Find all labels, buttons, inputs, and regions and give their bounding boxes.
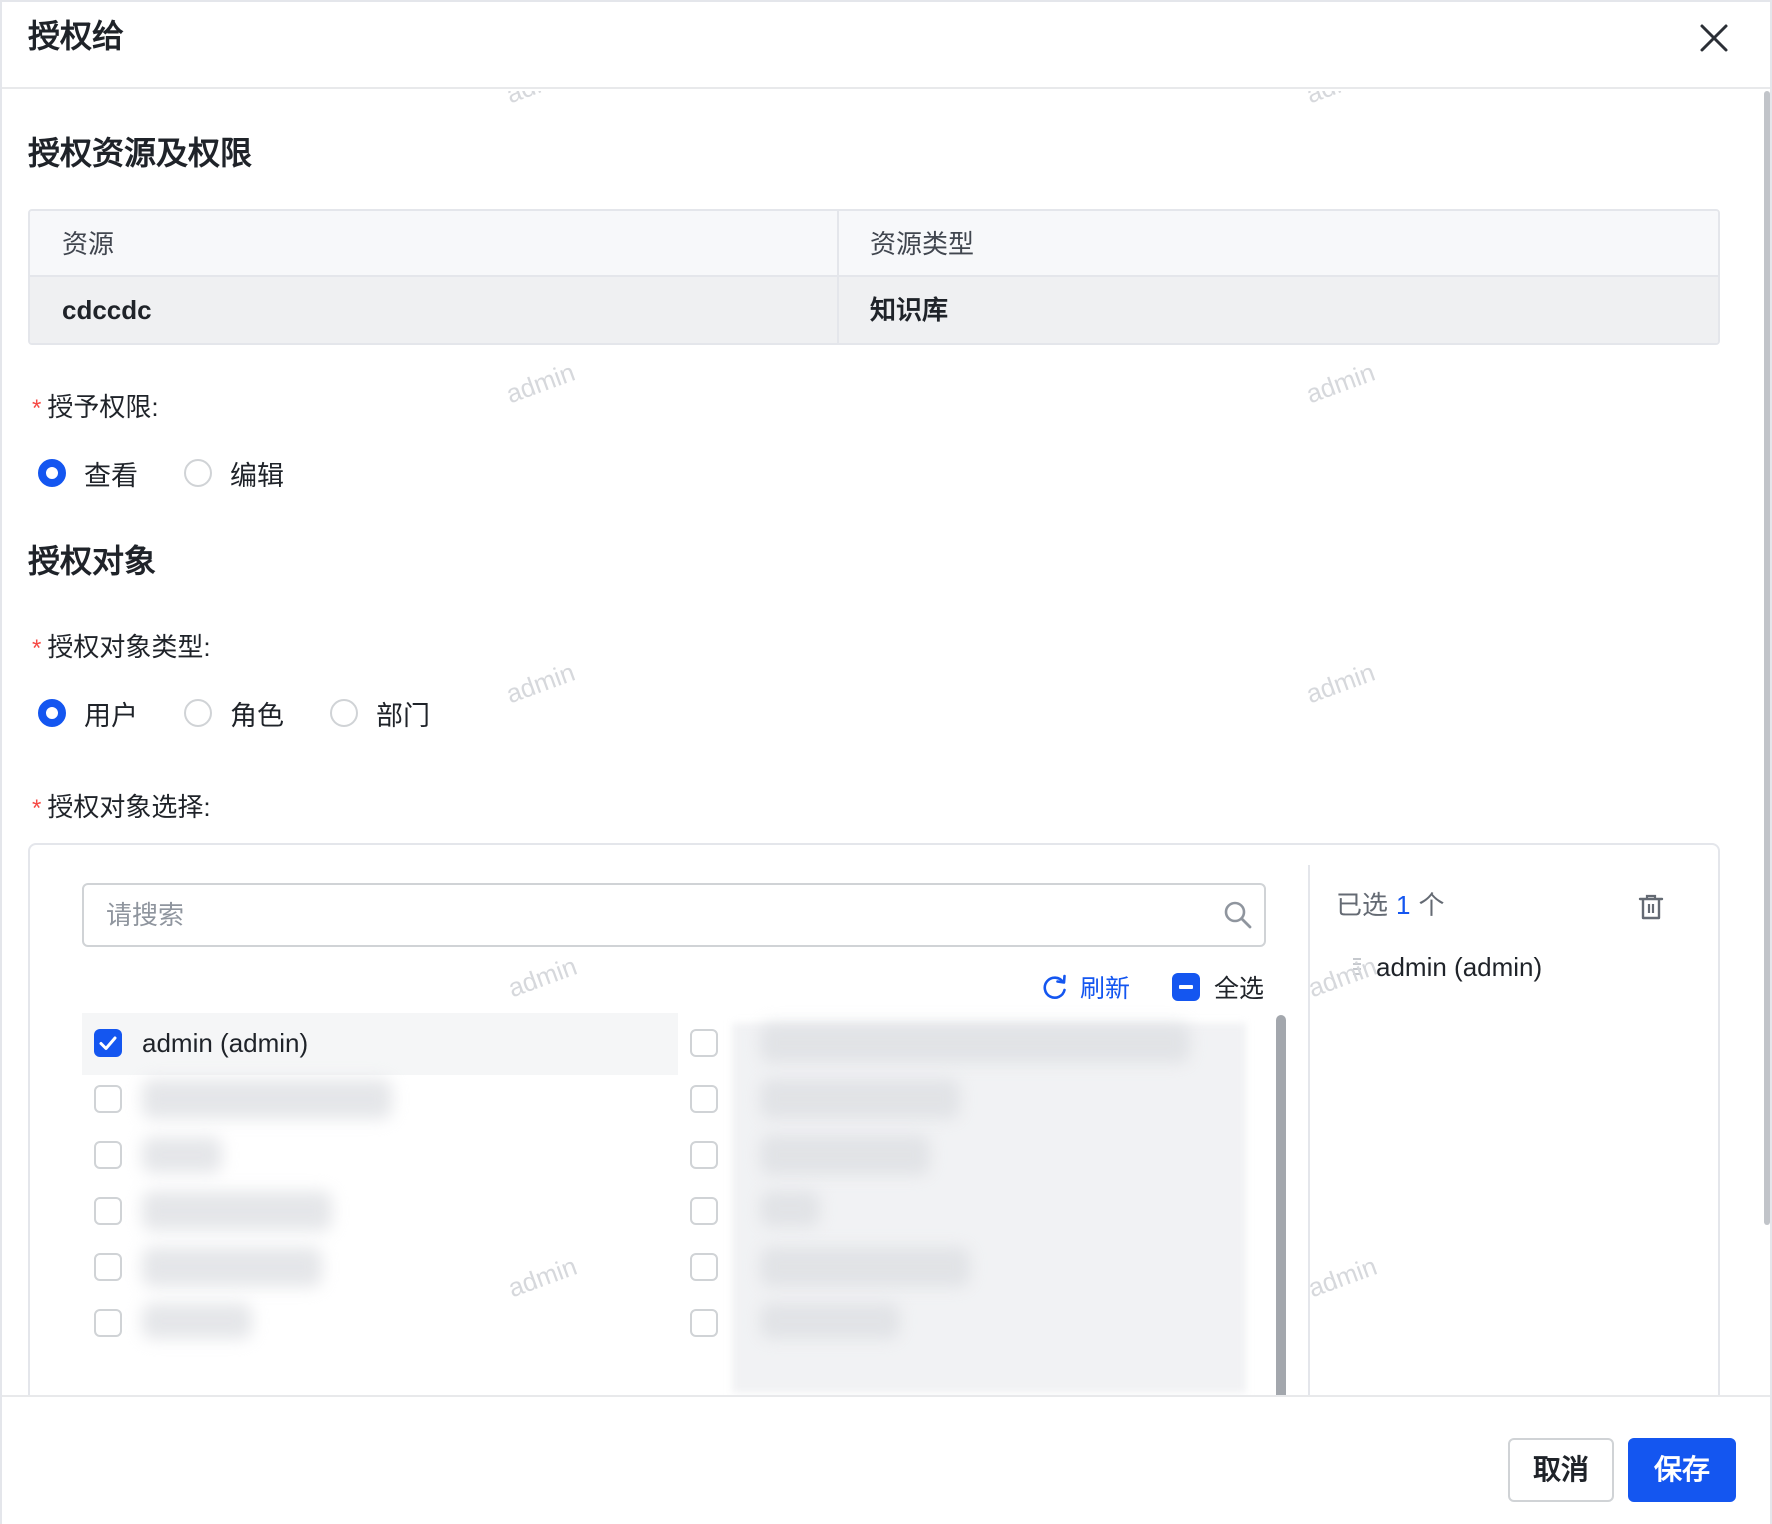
watermark: admin bbox=[504, 950, 581, 1004]
watermark: admin bbox=[1302, 656, 1379, 710]
radio-view[interactable]: 查看 bbox=[38, 453, 138, 493]
column-header-resource: 资源 bbox=[62, 229, 115, 259]
required-mark: * bbox=[32, 395, 42, 422]
radio-dot bbox=[330, 699, 358, 727]
permission-label-text: 授予权限: bbox=[47, 392, 159, 422]
watermark: admin bbox=[502, 356, 579, 410]
radio-user[interactable]: 用户 bbox=[38, 693, 138, 733]
selected-prefix: 已选 bbox=[1336, 890, 1389, 920]
indeterminate-checkbox bbox=[1172, 973, 1200, 1001]
radio-label: 部门 bbox=[376, 700, 430, 731]
option-checkbox[interactable] bbox=[690, 1197, 718, 1225]
list-scrollbar[interactable] bbox=[1276, 1015, 1286, 1395]
resource-section-title: 授权资源及权限 bbox=[28, 135, 253, 171]
cancel-button[interactable]: 取消 bbox=[1508, 1438, 1614, 1502]
redacted-option-label bbox=[760, 1079, 960, 1119]
transfer-divider bbox=[1308, 865, 1310, 1395]
check-icon bbox=[99, 1036, 117, 1050]
option-checkbox[interactable] bbox=[94, 1141, 122, 1169]
save-button[interactable]: 保存 bbox=[1628, 1438, 1736, 1502]
search-icon[interactable] bbox=[1222, 899, 1254, 931]
radio-label: 用户 bbox=[84, 700, 138, 731]
selected-count-label: 已选 1 个 bbox=[1336, 883, 1445, 927]
column-header-resource-type: 资源类型 bbox=[870, 229, 975, 259]
resource-type-cell: 知识库 bbox=[870, 295, 949, 325]
watermark: admin bbox=[502, 91, 579, 110]
selected-suffix: 个 bbox=[1418, 890, 1445, 920]
redacted-option-label bbox=[142, 1079, 392, 1119]
search-box[interactable] bbox=[82, 883, 1266, 947]
resource-table: 资源 资源类型 cdccdc 知识库 bbox=[28, 209, 1720, 345]
watermark: admin bbox=[502, 656, 579, 710]
watermark: admin bbox=[1302, 91, 1379, 110]
option-checkbox[interactable] bbox=[690, 1085, 718, 1113]
redacted-option-label bbox=[142, 1137, 222, 1173]
radio-label: 编辑 bbox=[230, 460, 284, 491]
option-checkbox[interactable] bbox=[94, 1309, 122, 1337]
radio-dot bbox=[184, 699, 212, 727]
option-checkbox[interactable] bbox=[690, 1309, 718, 1337]
target-select-label-text: 授权对象选择: bbox=[47, 792, 211, 822]
redacted-option-label bbox=[760, 1303, 900, 1339]
watermark: admin bbox=[1304, 950, 1381, 1004]
table-header: 资源 资源类型 bbox=[30, 211, 1718, 277]
required-mark: * bbox=[32, 635, 42, 662]
select-all-label: 全选 bbox=[1214, 975, 1265, 1003]
refresh-icon bbox=[1043, 974, 1066, 999]
permission-label: * 授予权限: bbox=[32, 389, 159, 427]
watermark: admin bbox=[1302, 356, 1379, 410]
radio-department[interactable]: 部门 bbox=[330, 693, 430, 733]
redacted-option-label bbox=[142, 1191, 332, 1231]
search-input[interactable] bbox=[106, 885, 1206, 945]
transfer-panel: 刷新 全选 admin (admin) bbox=[28, 843, 1720, 1395]
redacted-option-label bbox=[760, 1247, 970, 1287]
target-section-title: 授权对象 bbox=[28, 543, 157, 579]
column-divider bbox=[837, 211, 839, 343]
radio-role[interactable]: 角色 bbox=[184, 693, 284, 733]
close-icon bbox=[1700, 24, 1728, 52]
dialog-title: 授权给 bbox=[28, 18, 125, 54]
dialog-body: admin admin admin admin admin admin 授权资源… bbox=[2, 91, 1770, 1395]
drag-handle-icon[interactable] bbox=[1352, 957, 1362, 979]
refresh-button[interactable]: 刷新 bbox=[1042, 967, 1130, 1007]
radio-dot bbox=[38, 699, 66, 727]
option-checkbox[interactable] bbox=[690, 1029, 718, 1057]
radio-dot bbox=[184, 459, 212, 487]
selected-item-label: admin (admin) bbox=[1376, 952, 1543, 982]
watermark: admin bbox=[1304, 1250, 1381, 1304]
radio-label: 角色 bbox=[230, 700, 284, 731]
dialog-footer: 取消 保存 bbox=[2, 1395, 1770, 1524]
selected-count: 1 bbox=[1396, 890, 1411, 920]
body-scrollbar[interactable] bbox=[1764, 91, 1770, 1225]
redacted-option-label bbox=[142, 1247, 322, 1287]
target-select-label: * 授权对象选择: bbox=[32, 789, 211, 827]
authorize-dialog: 授权给 admin admin admin admin admin admin … bbox=[0, 0, 1772, 1524]
close-button[interactable] bbox=[1692, 16, 1736, 60]
radio-dot bbox=[38, 459, 66, 487]
option-label[interactable]: admin (admin) bbox=[142, 1021, 308, 1065]
required-mark: * bbox=[32, 795, 42, 822]
redacted-option-label bbox=[760, 1191, 820, 1227]
redacted-option-label bbox=[760, 1135, 930, 1175]
option-checkbox[interactable] bbox=[94, 1085, 122, 1113]
target-type-label: * 授权对象类型: bbox=[32, 629, 211, 667]
option-checkbox[interactable] bbox=[690, 1141, 718, 1169]
resource-name-cell: cdccdc bbox=[62, 295, 152, 325]
option-checkbox[interactable] bbox=[94, 1253, 122, 1281]
option-checkbox[interactable] bbox=[94, 1197, 122, 1225]
trash-icon[interactable] bbox=[1638, 893, 1664, 921]
target-type-label-text: 授权对象类型: bbox=[47, 632, 211, 662]
option-checkbox[interactable] bbox=[690, 1253, 718, 1281]
radio-label: 查看 bbox=[84, 460, 138, 491]
select-all-checkbox[interactable]: 全选 bbox=[1172, 967, 1264, 1007]
watermark: admin bbox=[504, 1250, 581, 1304]
table-row: cdccdc 知识库 bbox=[30, 277, 1718, 343]
redacted-option-label bbox=[142, 1303, 252, 1339]
option-checkbox[interactable] bbox=[94, 1029, 122, 1057]
redacted-option-label bbox=[760, 1023, 1190, 1063]
refresh-label: 刷新 bbox=[1080, 975, 1131, 1003]
radio-edit[interactable]: 编辑 bbox=[184, 453, 284, 493]
dialog-header: 授权给 bbox=[2, 2, 1770, 89]
